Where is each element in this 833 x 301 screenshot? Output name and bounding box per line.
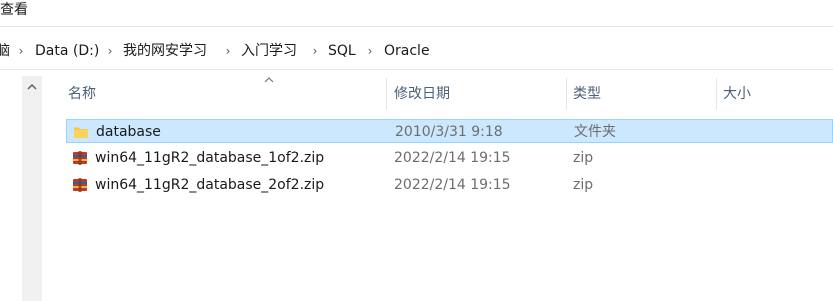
winrar-archive-icon [73,178,87,192]
scroll-up-icon[interactable] [22,76,42,98]
address-bar[interactable]: 脑 › Data (D:) › 我的网安学习 › 入门学习 › SQL › Or… [0,31,833,70]
breadcrumb-chevron-icon[interactable]: › [105,41,115,61]
file-modified: 2022/2/14 19:15 [394,177,511,193]
file-row-database[interactable]: database 2010/3/31 9:18 文件夹 [66,119,833,143]
file-row-zip-2[interactable]: win64_11gR2_database_2of2.zip 2022/2/14 … [66,173,833,197]
ribbon-tab-view[interactable]: 查看 [0,0,28,22]
breadcrumb-item-intro[interactable]: 入门学习 [241,41,297,61]
breadcrumb-chevron-icon[interactable]: › [223,41,233,61]
file-name[interactable]: database [96,120,161,144]
file-type: zip [573,177,594,193]
file-row-zip-1[interactable]: win64_11gR2_database_1of2.zip 2022/2/14 … [66,146,833,170]
file-modified: 2010/3/31 9:18 [395,124,503,140]
file-type: zip [573,150,594,166]
column-modified[interactable]: 修改日期 [388,74,566,114]
column-type[interactable]: 类型 [567,74,717,114]
breadcrumb-item-study[interactable]: 我的网安学习 [123,41,207,61]
breadcrumb-chevron-icon[interactable]: › [365,41,375,61]
folder-icon [74,127,88,138]
breadcrumb-item-oracle[interactable]: Oracle [384,41,430,61]
breadcrumb-chevron-icon[interactable]: › [310,41,320,61]
breadcrumb-item-drive[interactable]: Data (D:) [35,41,99,61]
column-name[interactable]: 名称 [62,74,388,114]
column-header: 名称 修改日期 类型 大小 [46,74,833,114]
file-name[interactable]: win64_11gR2_database_2of2.zip [95,173,324,197]
breadcrumb-chevron-icon[interactable]: › [16,41,26,61]
nav-scrollbar[interactable] [22,76,42,301]
ribbon: 查看 [0,0,833,26]
breadcrumb-item-sql[interactable]: SQL [328,41,356,61]
file-type: 文件夹 [574,124,616,140]
ribbon-divider [0,26,833,27]
file-modified: 2022/2/14 19:15 [394,150,511,166]
winrar-archive-icon [73,151,87,165]
breadcrumb-item-computer[interactable]: 脑 [0,41,10,61]
column-divider[interactable] [386,78,387,110]
file-name[interactable]: win64_11gR2_database_1of2.zip [95,146,324,170]
column-size[interactable]: 大小 [717,74,833,114]
